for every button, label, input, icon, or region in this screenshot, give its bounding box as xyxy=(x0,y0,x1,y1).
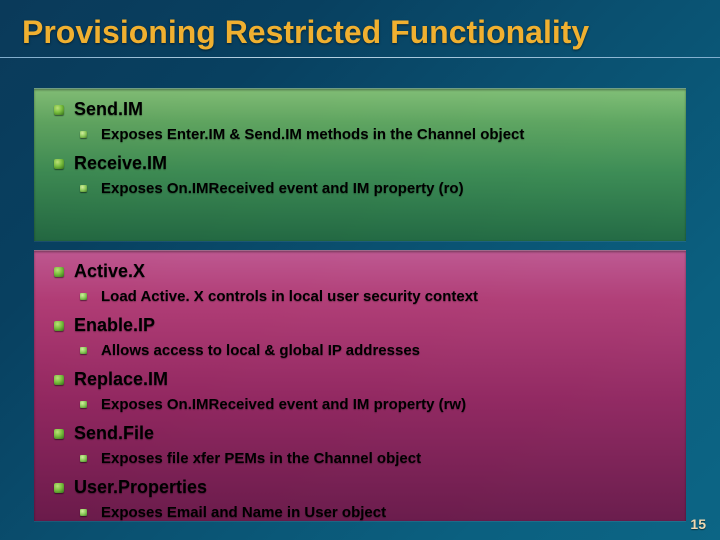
list-item: Enable.IP xyxy=(34,313,686,338)
slide: Provisioning Restricted Functionality Se… xyxy=(0,0,720,540)
list-item: User.Properties xyxy=(34,475,686,500)
bullet-icon xyxy=(80,347,87,354)
list-item: Receive.IM xyxy=(34,151,686,176)
item-label: Receive.IM xyxy=(74,153,167,174)
bullet-icon xyxy=(80,509,87,516)
list-subitem: Load Active. X controls in local user se… xyxy=(34,284,686,313)
panel-green: Send.IM Exposes Enter.IM & Send.IM metho… xyxy=(34,88,686,241)
item-label: Replace.IM xyxy=(74,369,168,390)
item-desc: Exposes On.IMReceived event and IM prope… xyxy=(101,396,466,413)
page-title: Provisioning Restricted Functionality xyxy=(0,0,720,57)
bullet-icon xyxy=(80,131,87,138)
list-subitem: Exposes On.IMReceived event and IM prope… xyxy=(34,392,686,421)
list-subitem: Exposes file xfer PEMs in the Channel ob… xyxy=(34,446,686,475)
item-desc: Exposes file xfer PEMs in the Channel ob… xyxy=(101,450,421,467)
bullet-icon xyxy=(54,321,64,331)
item-desc: Exposes On.IMReceived event and IM prope… xyxy=(101,180,464,197)
title-divider xyxy=(0,57,720,58)
list-item: Send.IM xyxy=(34,97,686,122)
list-subitem: Exposes Email and Name in User object xyxy=(34,500,686,529)
bullet-icon xyxy=(54,429,64,439)
bullet-icon xyxy=(80,293,87,300)
item-desc: Allows access to local & global IP addre… xyxy=(101,342,420,359)
page-number: 15 xyxy=(690,516,706,532)
list-subitem: Exposes Enter.IM & Send.IM methods in th… xyxy=(34,122,686,151)
item-desc: Exposes Email and Name in User object xyxy=(101,504,386,521)
list-item: Active.X xyxy=(34,259,686,284)
panel-green-content: Send.IM Exposes Enter.IM & Send.IM metho… xyxy=(34,89,686,205)
bullet-icon xyxy=(54,267,64,277)
bullet-icon xyxy=(54,105,64,115)
panel-pink: Active.X Load Active. X controls in loca… xyxy=(34,250,686,521)
item-desc: Load Active. X controls in local user se… xyxy=(101,288,478,305)
list-subitem: Exposes On.IMReceived event and IM prope… xyxy=(34,176,686,205)
bullet-icon xyxy=(54,375,64,385)
bullet-icon xyxy=(54,483,64,493)
list-subitem: Allows access to local & global IP addre… xyxy=(34,338,686,367)
list-item: Replace.IM xyxy=(34,367,686,392)
item-desc: Exposes Enter.IM & Send.IM methods in th… xyxy=(101,126,524,143)
item-label: Send.File xyxy=(74,423,154,444)
list-item: Send.File xyxy=(34,421,686,446)
bullet-icon xyxy=(80,401,87,408)
item-label: User.Properties xyxy=(74,477,207,498)
item-label: Active.X xyxy=(74,261,145,282)
item-label: Enable.IP xyxy=(74,315,155,336)
bullet-icon xyxy=(80,455,87,462)
bullet-icon xyxy=(54,159,64,169)
item-label: Send.IM xyxy=(74,99,143,120)
bullet-icon xyxy=(80,185,87,192)
panel-pink-content: Active.X Load Active. X controls in loca… xyxy=(34,251,686,529)
